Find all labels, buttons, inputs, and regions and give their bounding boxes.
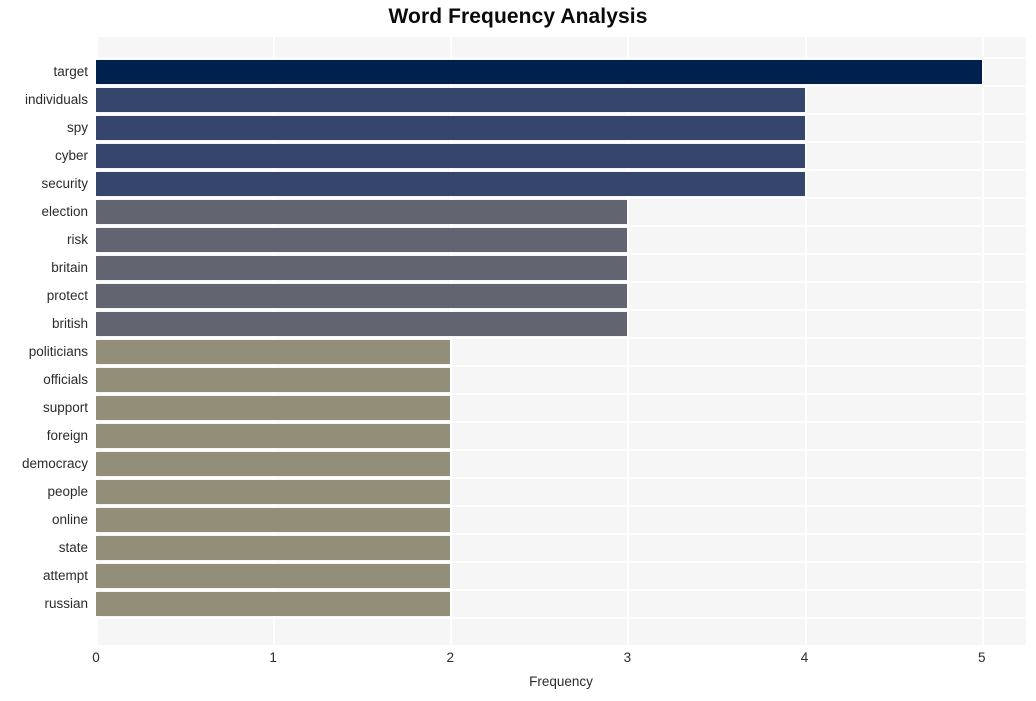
y-gridline (96, 533, 1026, 535)
y-gridline (96, 141, 1026, 143)
bar (96, 368, 451, 392)
y-axis-label: britain (51, 260, 88, 275)
x-axis-tick: 2 (446, 650, 455, 665)
y-gridline (96, 113, 1026, 115)
x-gridline (804, 37, 807, 645)
y-gridline (96, 589, 1026, 591)
y-axis-label: russian (44, 596, 88, 611)
word-frequency-chart: Word Frequency Analysis target individual… (0, 0, 1036, 701)
x-axis-tick: 3 (623, 650, 632, 665)
y-axis-label: target (53, 64, 88, 79)
y-gridline (96, 449, 1026, 451)
bar (96, 536, 451, 560)
y-gridline (96, 477, 1026, 479)
bar (96, 200, 628, 224)
bar (96, 592, 451, 616)
y-gridline (96, 57, 1026, 59)
bar (96, 424, 451, 448)
plot-area (96, 37, 1026, 645)
y-gridline (96, 393, 1026, 395)
x-axis-tick: 0 (92, 650, 100, 665)
y-axis-label: individuals (24, 92, 88, 107)
y-axis-label: spy (66, 120, 88, 135)
bar (96, 396, 451, 420)
x-axis-tick: 5 (977, 650, 986, 665)
x-axis-title: Frequency (529, 674, 593, 689)
x-axis-tick-labels: 0 1 2 3 4 5 (92, 648, 1026, 670)
bar (96, 480, 451, 504)
bar (96, 88, 805, 112)
bar (96, 284, 628, 308)
bar (96, 508, 451, 532)
y-axis-label: security (41, 176, 88, 191)
y-gridline (96, 253, 1026, 255)
y-axis-label: politicians (28, 344, 88, 359)
y-gridline (96, 225, 1026, 227)
y-axis-label: people (47, 484, 88, 499)
y-axis-label: foreign (46, 428, 88, 443)
y-axis-label: democracy (21, 456, 88, 471)
y-gridline (96, 85, 1026, 87)
y-gridline (96, 617, 1026, 619)
y-axis-label: british (51, 316, 88, 331)
y-gridline (96, 197, 1026, 199)
y-axis-label: support (42, 400, 88, 415)
y-gridline (96, 561, 1026, 563)
bar (96, 452, 451, 476)
y-axis-label: risk (67, 232, 88, 247)
bar (96, 340, 451, 364)
bar (96, 60, 982, 84)
bar (96, 256, 628, 280)
y-gridline (96, 309, 1026, 311)
bar (96, 564, 451, 588)
y-axis-label: attempt (42, 568, 88, 583)
y-axis-label: election (41, 204, 88, 219)
y-axis-label: cyber (54, 148, 88, 163)
y-axis-label: state (58, 540, 88, 555)
y-gridline (96, 421, 1026, 423)
x-gridline (981, 37, 984, 645)
y-axis-label: protect (46, 288, 88, 303)
y-gridline (96, 281, 1026, 283)
x-axis-tick: 4 (800, 650, 809, 665)
y-gridline (96, 337, 1026, 339)
x-axis-tick: 1 (269, 650, 277, 665)
chart-title: Word Frequency Analysis (388, 5, 648, 28)
bar (96, 144, 805, 168)
bar (96, 312, 628, 336)
bar (96, 116, 805, 140)
bar (96, 172, 805, 196)
y-axis-category-labels: target individuals spy cyber security electio… (0, 37, 88, 645)
y-gridline (96, 365, 1026, 367)
bar (96, 228, 628, 252)
y-gridline (96, 169, 1026, 171)
y-axis-label: online (51, 512, 88, 527)
y-axis-label: officials (43, 372, 88, 387)
y-gridline (96, 505, 1026, 507)
